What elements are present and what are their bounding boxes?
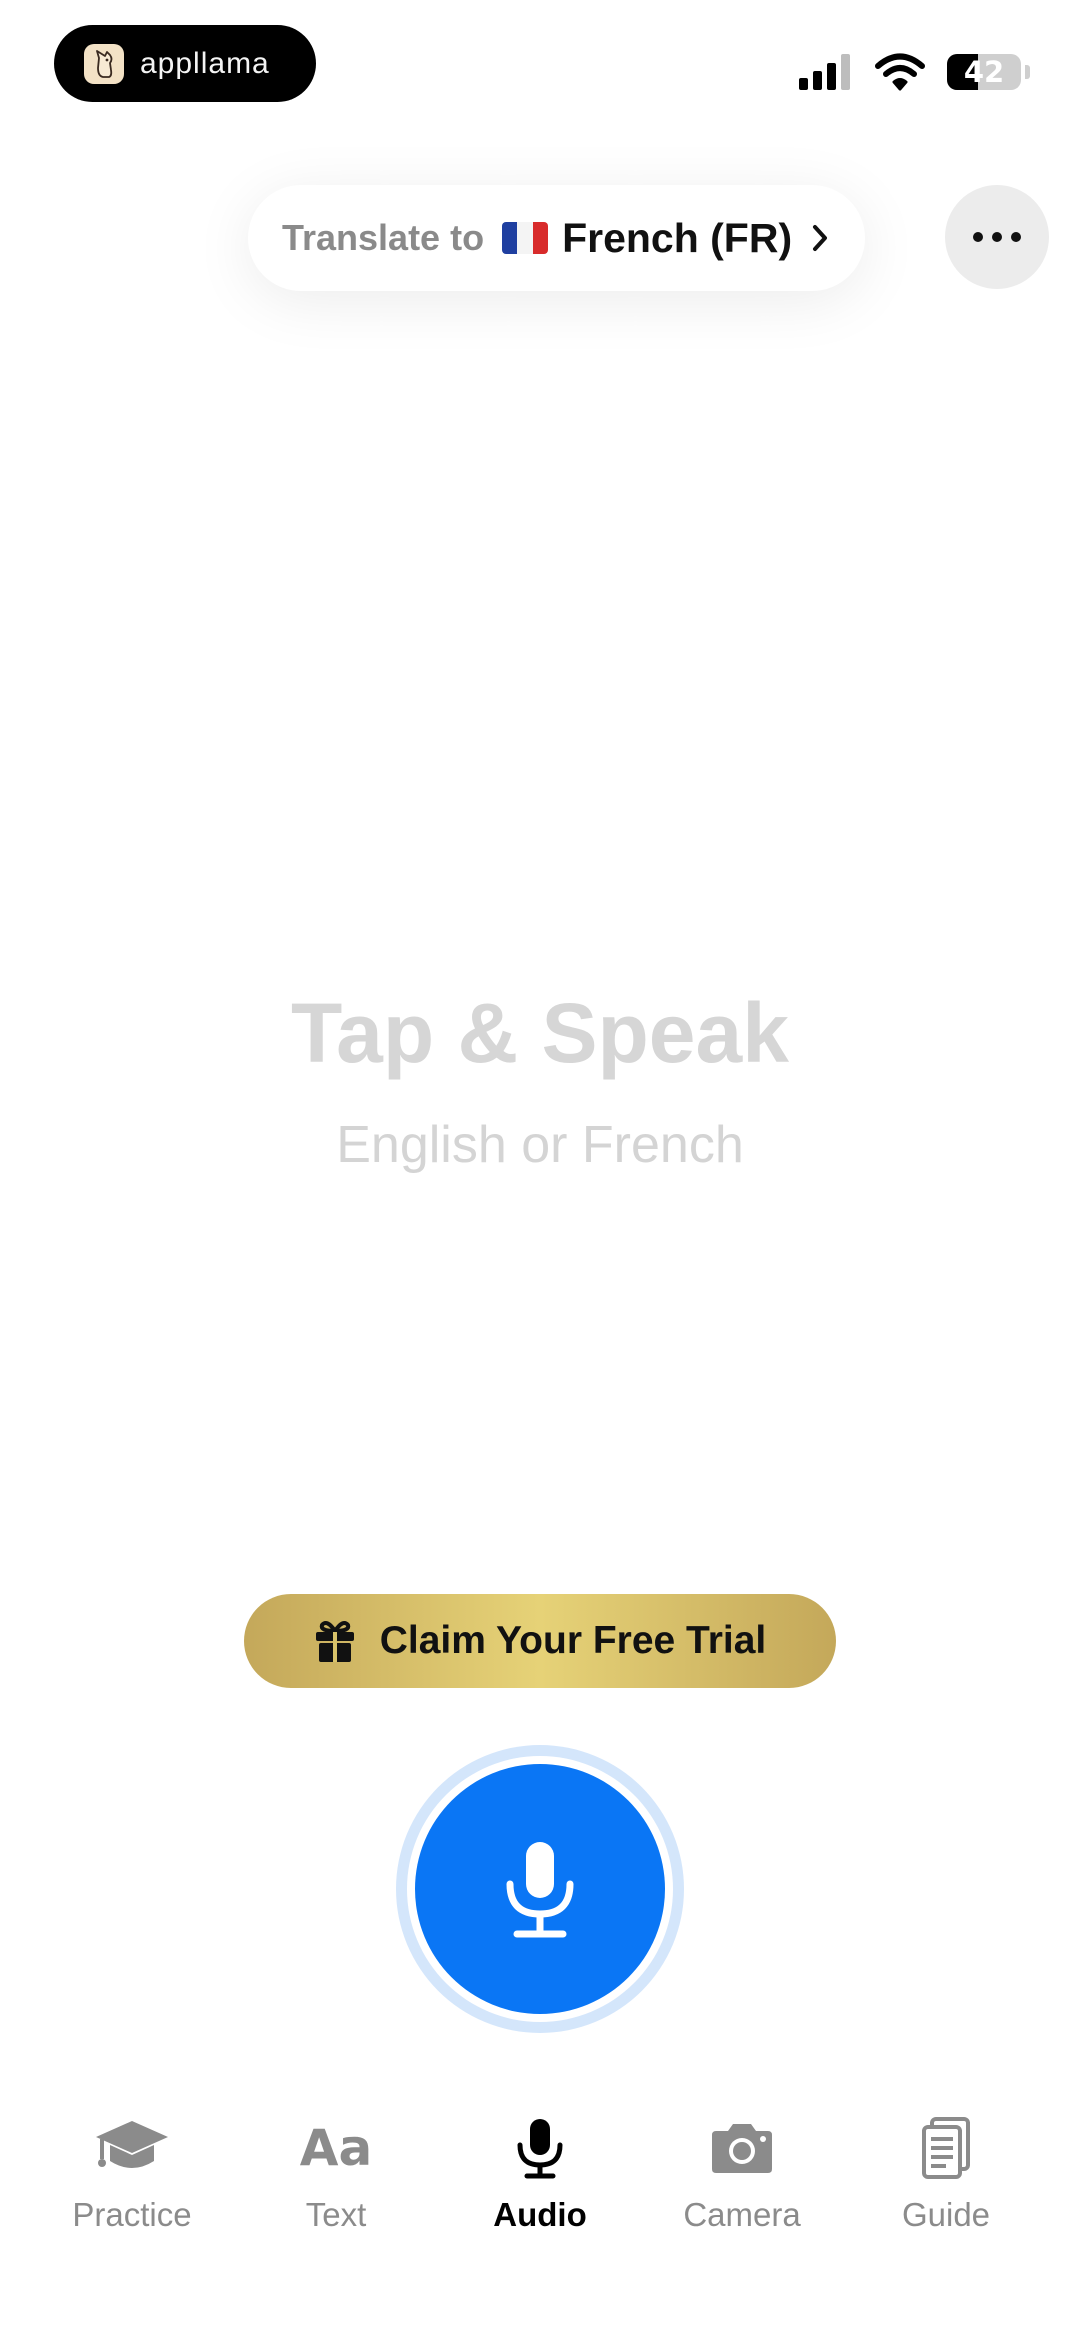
claim-free-trial-button[interactable]: Claim Your Free Trial <box>244 1594 836 1688</box>
camera-icon <box>712 2124 772 2173</box>
france-flag-icon <box>502 222 549 254</box>
text-aa-icon: Aa <box>299 2119 373 2177</box>
record-button-ring <box>407 1756 673 2022</box>
battery-cap <box>1025 65 1030 79</box>
chevron-right-icon <box>813 225 828 251</box>
translate-language-selector[interactable]: Translate to French (FR) <box>248 185 865 291</box>
llama-logo-icon <box>84 43 124 84</box>
language-hint-subtitle: English or French <box>336 1116 744 1174</box>
document-icon <box>922 2117 970 2179</box>
tab-audio-label: Audio <box>493 2196 587 2233</box>
more-dot <box>1011 232 1021 242</box>
graduation-cap-icon <box>96 2121 168 2168</box>
claim-free-trial-label: Claim Your Free Trial <box>379 1619 767 1662</box>
battery-indicator: 42 <box>947 54 1021 90</box>
audio-translate-screen: appllama 42 Translate to French (FR) Tap… <box>0 0 1080 2336</box>
tab-text[interactable]: Aa Text <box>246 2110 426 2260</box>
more-dots-icon <box>973 232 983 242</box>
translate-to-label: Translate to <box>282 217 485 258</box>
microphone-icon <box>506 1842 574 1938</box>
microphone-icon <box>517 2119 563 2179</box>
tab-audio[interactable]: Audio <box>450 2110 630 2260</box>
tab-camera-label: Camera <box>683 2196 801 2233</box>
target-language: French (FR) <box>562 214 793 261</box>
tap-speak-title: Tap & Speak <box>291 986 789 1080</box>
tab-camera[interactable]: Camera <box>652 2110 832 2260</box>
record-audio-button[interactable] <box>396 1745 684 2033</box>
status-icons: 42 <box>799 50 1030 94</box>
tab-guide[interactable]: Guide <box>856 2110 1036 2260</box>
app-pill[interactable]: appllama <box>54 25 316 102</box>
tab-text-label: Text <box>305 2196 367 2233</box>
tab-guide-label: Guide <box>901 2196 991 2233</box>
gift-icon <box>315 1621 354 1662</box>
more-options-button[interactable] <box>945 185 1049 289</box>
tab-practice-label: Practice <box>72 2196 192 2233</box>
tab-practice[interactable]: Practice <box>42 2110 222 2260</box>
battery-level: 42 <box>963 55 1005 89</box>
more-dot <box>992 232 1002 242</box>
wifi-icon <box>875 53 925 91</box>
record-button-core <box>415 1764 665 2014</box>
app-name: appllama <box>140 46 270 80</box>
bottom-tab-bar: Practice Aa Text Audio Camera Guide <box>0 2110 1080 2270</box>
cellular-signal-icon <box>799 54 850 90</box>
